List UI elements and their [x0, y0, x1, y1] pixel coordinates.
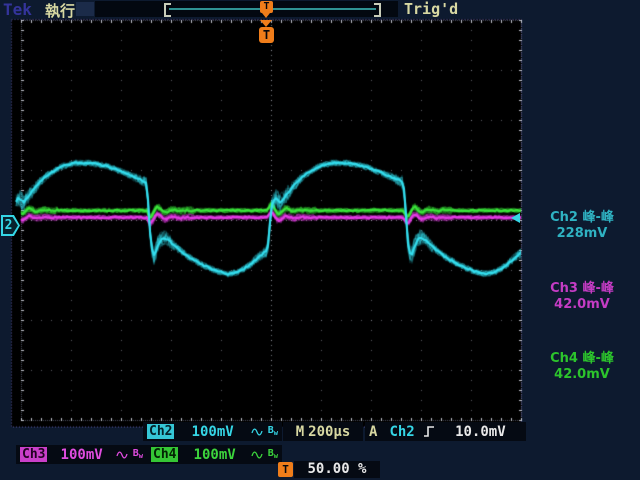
ch4-scale: 100mV	[182, 447, 246, 463]
measurement-ch4-label: 峰-峰	[582, 351, 613, 366]
ch3-ac-coupling-icon	[116, 450, 129, 459]
measurement-ch2-channel: Ch2	[550, 210, 578, 225]
ch4-bandwidth-limit-icon: Bw	[268, 449, 278, 461]
timebase-readout: M 200μs	[283, 422, 363, 441]
record-window-bracket-left-icon	[164, 3, 171, 17]
top-bar-box	[76, 2, 94, 16]
measurement-ch3-label: 峰-峰	[582, 281, 613, 296]
trigger-position-value: 50.00 %	[294, 461, 380, 478]
waveform-display	[10, 18, 524, 428]
ch3-bandwidth-limit-icon: Bw	[133, 449, 143, 461]
measurement-ch4-channel: Ch4	[550, 351, 578, 366]
measurement-ch3-peak-to-peak: Ch3 峰-峰 42.0mV	[525, 281, 639, 313]
trigger-readout: A Ch2 10.0mV	[365, 422, 526, 441]
trigger-position-badge-icon: T	[278, 462, 293, 477]
timebase-value: 200μs	[308, 424, 350, 440]
record-trigger-position-icon: T	[260, 1, 273, 13]
measurement-ch3-value: 42.0mV	[525, 297, 639, 313]
ch2-scale: 100mV	[178, 424, 246, 440]
measurement-ch2-value: 228mV	[525, 226, 639, 242]
trigger-position-flag-icon: T	[259, 27, 274, 43]
ch2-ground-marker-label: 2	[1, 215, 16, 236]
timebase-label: M	[296, 424, 304, 440]
trigger-source: Ch2	[389, 424, 414, 440]
ch4-badge: Ch4	[151, 447, 178, 462]
ch2-bandwidth-limit-icon: Bw	[268, 426, 278, 438]
trigger-level-arrow-icon	[511, 213, 520, 223]
measurement-ch2-peak-to-peak: Ch2 峰-峰 228mV	[525, 210, 639, 242]
ch3-badge: Ch3	[20, 447, 47, 462]
measurement-ch4-value: 42.0mV	[525, 367, 639, 383]
ch2-badge: Ch2	[147, 424, 174, 439]
trigger-status: Trig'd	[404, 0, 458, 18]
measurement-ch3-channel: Ch3	[550, 281, 578, 296]
measurement-ch4-peak-to-peak: Ch4 峰-峰 42.0mV	[525, 351, 639, 383]
tek-logo: Tek	[3, 0, 32, 19]
ch3-scale: 100mV	[51, 447, 111, 463]
ch4-ac-coupling-icon	[251, 450, 264, 459]
trigger-level: 10.0mV	[439, 424, 522, 440]
ch2-ac-coupling-icon	[251, 427, 264, 436]
record-window-bracket-right-icon	[374, 3, 381, 17]
ch2-vertical-readout: Ch2 100mV Bw	[143, 422, 282, 441]
trigger-mode: A	[369, 424, 377, 440]
trigger-position-arrow-icon	[260, 20, 272, 27]
ch3-vertical-readout: Ch3 100mV Bw	[16, 445, 147, 464]
measurement-ch2-label: 峰-峰	[582, 210, 613, 225]
rising-edge-slope-icon	[423, 425, 435, 438]
ch4-vertical-readout: Ch4 100mV Bw	[147, 445, 282, 464]
